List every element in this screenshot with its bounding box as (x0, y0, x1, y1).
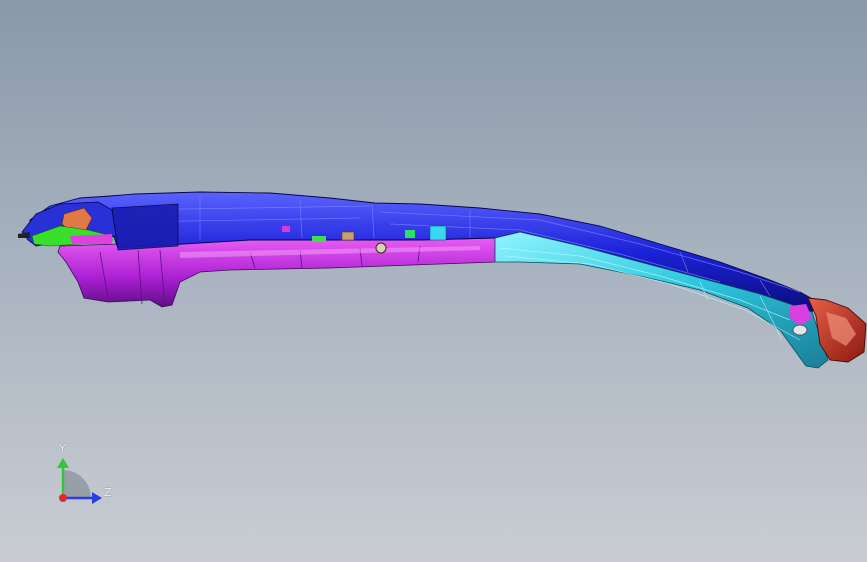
part-component-tan (341, 231, 355, 241)
part-end-cap-hole (792, 324, 808, 336)
triad-z-arrow (92, 492, 102, 504)
part-mid-block (111, 203, 179, 251)
part-component-green-1 (312, 236, 326, 242)
triad-y-label: Y (59, 442, 66, 455)
part-screw (375, 242, 387, 254)
cad-part-assembly[interactable] (18, 191, 867, 369)
triad-y-arrow (57, 458, 69, 468)
3d-model-viewport[interactable] (0, 0, 867, 562)
part-clip (282, 226, 290, 232)
triad-x-axis-dot (59, 494, 67, 502)
triad-xz-plane (63, 470, 91, 498)
orientation-triad[interactable] (57, 458, 102, 504)
triad-z-label: Z (104, 486, 112, 499)
part-component-green-2 (405, 230, 415, 238)
part-component-cyan (429, 225, 447, 241)
